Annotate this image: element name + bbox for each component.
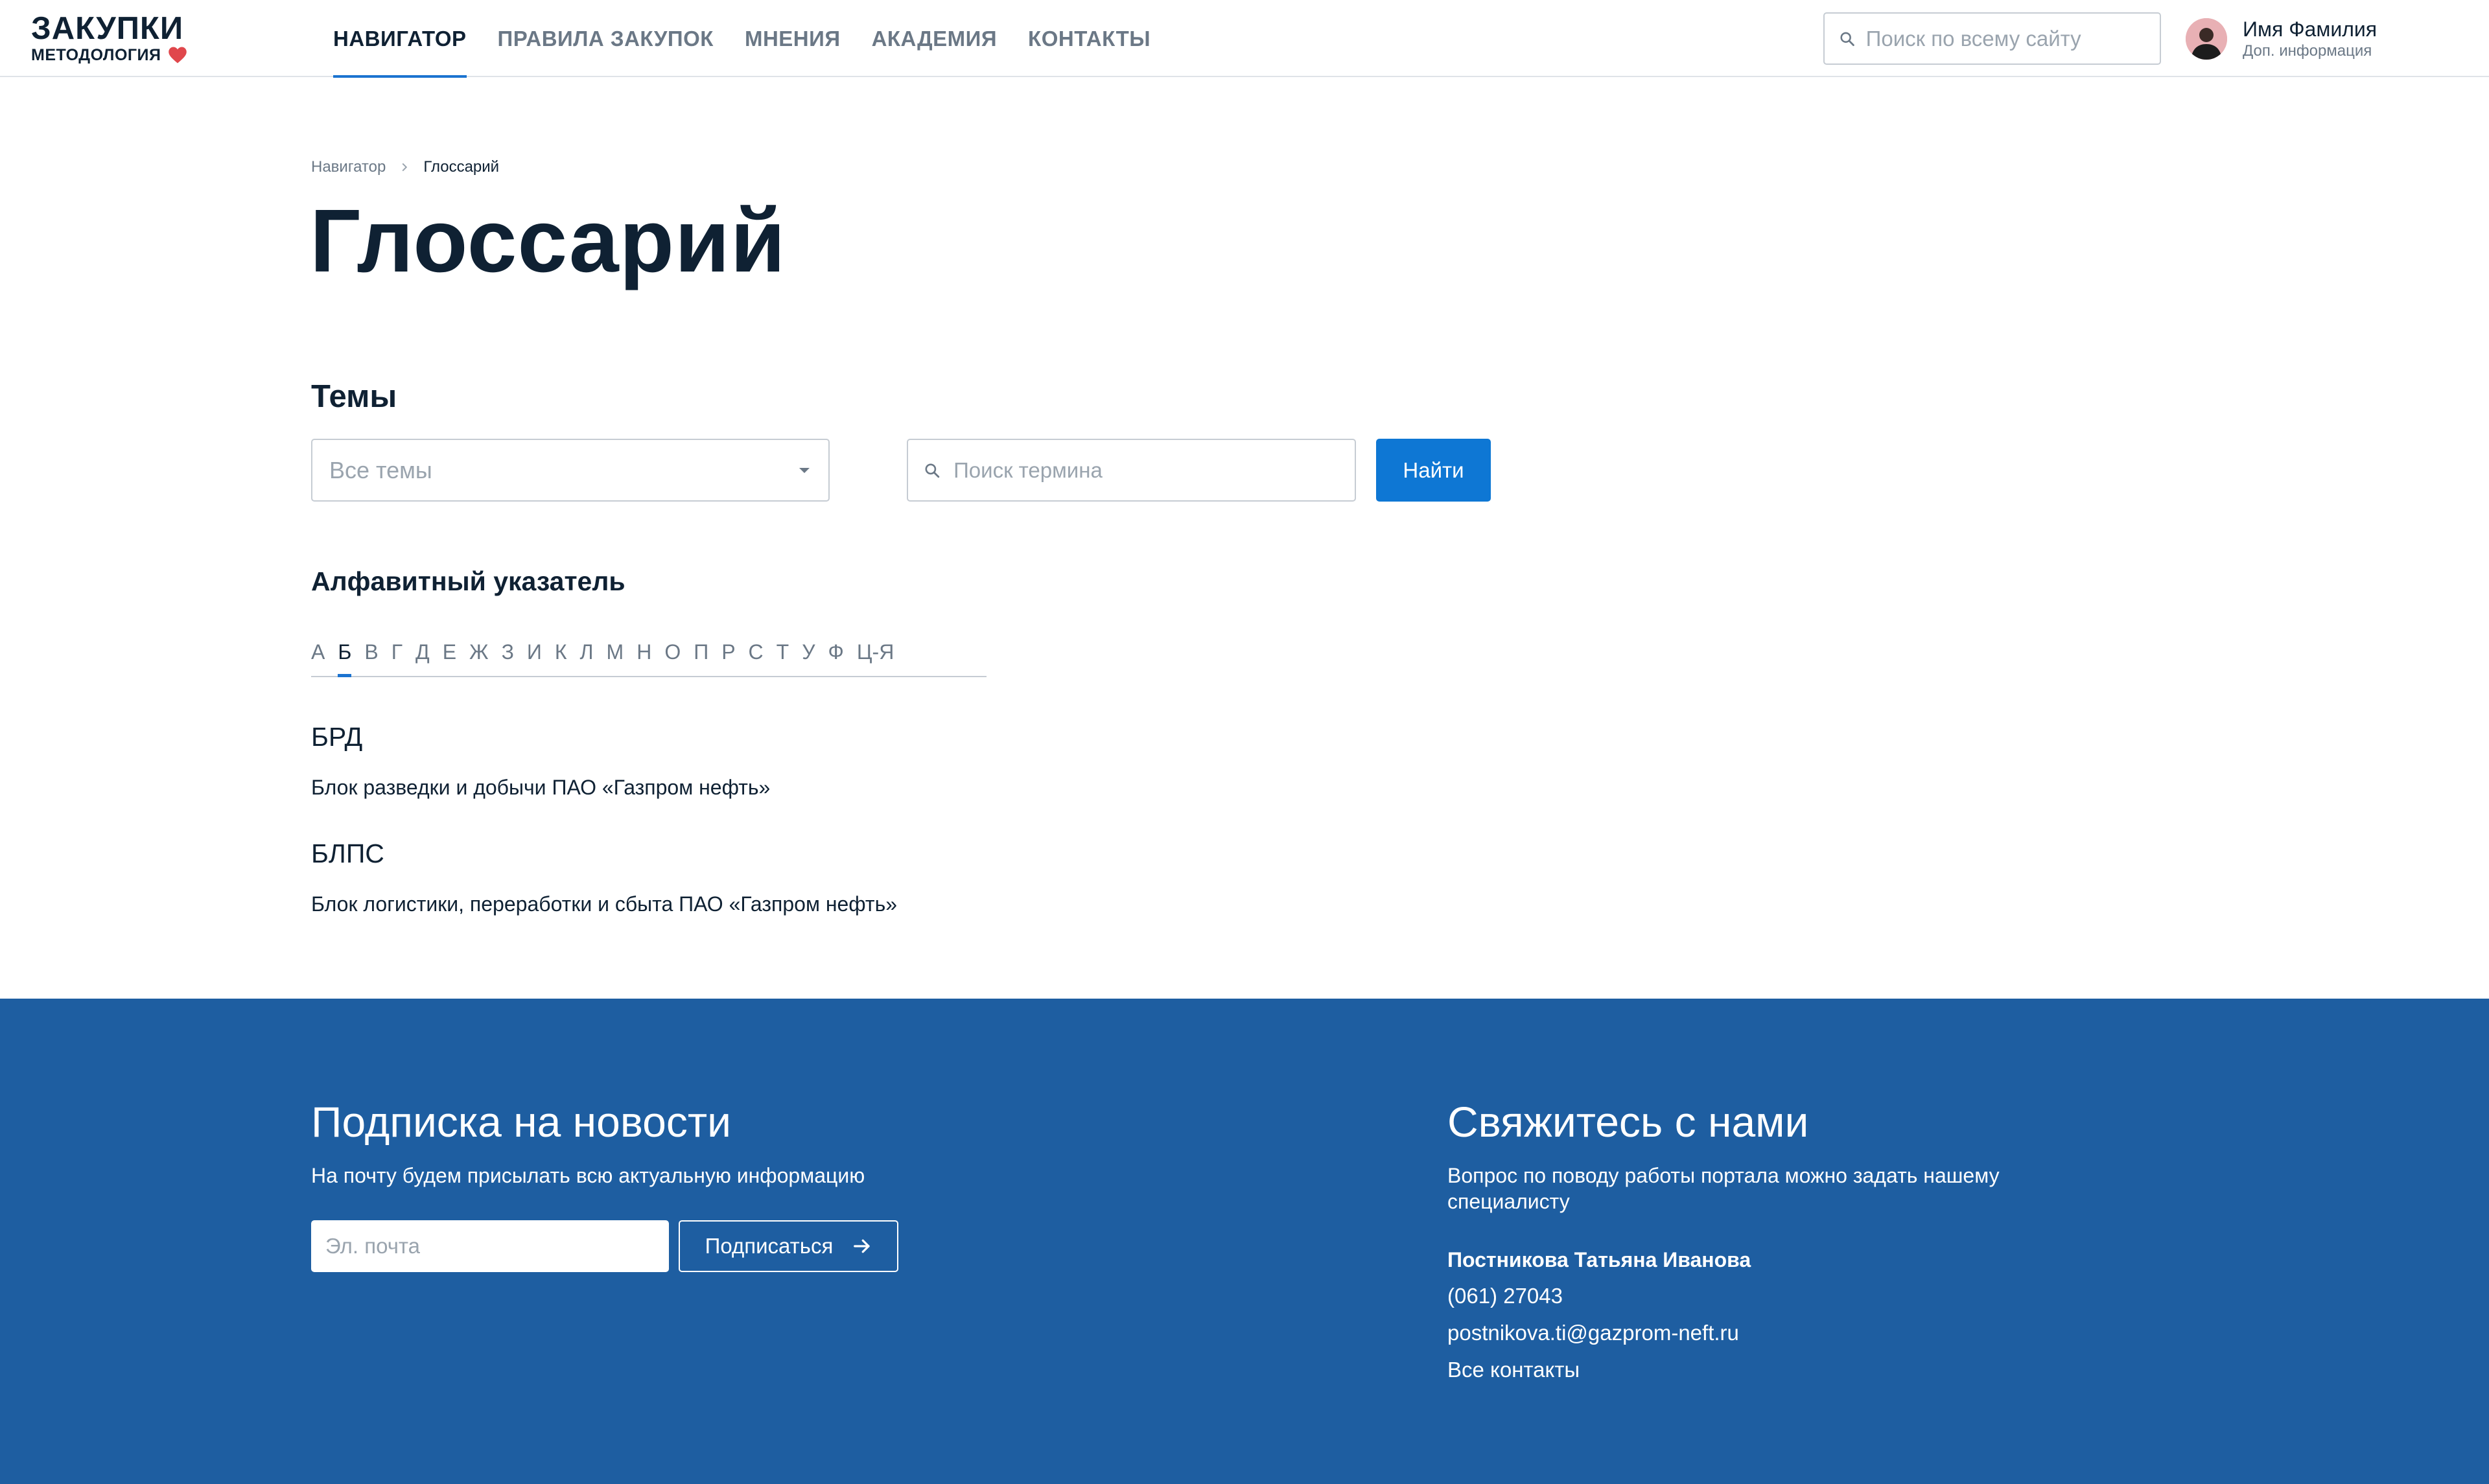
logo-title: ЗАКУПКИ: [31, 11, 184, 46]
site-footer: Подписка на новости На почту будем присы…: [0, 999, 2489, 1484]
site-header: ЗАКУПКИ МЕТОДОЛОГИЯ НАВИГАТОР ПРАВИЛА ЗА…: [0, 0, 2489, 78]
letter-v[interactable]: В: [364, 632, 378, 676]
contact-person: Постникова Татьяна Иванова: [1447, 1248, 1751, 1271]
letter-o[interactable]: О: [664, 632, 681, 676]
arrow-right-icon: [854, 1239, 870, 1253]
email-field-box: [311, 1220, 669, 1272]
letter-m[interactable]: М: [607, 632, 624, 676]
subscribe-title: Подписка на новости: [311, 1098, 731, 1146]
site-search-input[interactable]: [1865, 26, 2160, 51]
all-contacts-link[interactable]: Все контакты: [1447, 1358, 1580, 1382]
chevron-down-icon: [799, 467, 810, 473]
topic-select-value: Все темы: [329, 456, 432, 483]
letter-l[interactable]: Л: [580, 632, 594, 676]
term-title: БЛПС: [311, 839, 384, 868]
term-search-box: [907, 439, 1356, 502]
breadcrumb-current: Глоссарий: [423, 158, 500, 176]
email-field[interactable]: [325, 1234, 669, 1258]
main-nav: НАВИГАТОР ПРАВИЛА ЗАКУПОК МНЕНИЯ АКАДЕМИ…: [333, 0, 1151, 78]
user-name: Имя Фамилия: [2243, 17, 2378, 41]
letter-p[interactable]: П: [694, 632, 708, 676]
nav-item-navigator[interactable]: НАВИГАТОР: [333, 0, 467, 78]
contact-email-link[interactable]: postnikova.ti@gazprom-neft.ru: [1447, 1321, 1739, 1345]
find-button[interactable]: Найти: [1376, 439, 1491, 502]
contact-phone[interactable]: (061) 27043: [1447, 1284, 1563, 1308]
user-info: Доп. информация: [2243, 42, 2372, 60]
page-title: Глоссарий: [310, 191, 786, 291]
subscribe-button-label: Подписаться: [705, 1234, 834, 1258]
logo-subtitle: МЕТОДОЛОГИЯ: [31, 46, 161, 64]
letter-ts-ya[interactable]: Ц-Я: [857, 632, 894, 676]
term-definition: Блок логистики, переработки и сбыта ПАО …: [311, 892, 898, 916]
user-menu[interactable]: Имя Фамилия Доп. информация: [2186, 17, 2377, 61]
breadcrumb-link-navigator[interactable]: Навигатор: [311, 158, 386, 176]
avatar[interactable]: [2186, 18, 2227, 60]
letter-e[interactable]: Е: [443, 632, 456, 676]
letter-r[interactable]: Р: [721, 632, 735, 676]
letter-f[interactable]: Ф: [828, 632, 844, 676]
letter-b[interactable]: Б: [338, 632, 352, 677]
subscribe-button[interactable]: Подписаться: [679, 1220, 898, 1272]
logo[interactable]: ЗАКУПКИ МЕТОДОЛОГИЯ: [31, 12, 187, 65]
alphabet-index-title: Алфавитный указатель: [311, 566, 625, 596]
letter-i[interactable]: И: [527, 632, 542, 676]
term-title: БРД: [311, 722, 363, 752]
contact-text-line-1: Вопрос по поводу работы портала можно за…: [1447, 1164, 2000, 1187]
letter-d[interactable]: Д: [415, 632, 430, 676]
search-icon: [1840, 32, 1854, 46]
user-photo-icon: [2186, 18, 2227, 60]
letter-n[interactable]: Н: [637, 632, 651, 676]
letter-z[interactable]: З: [502, 632, 514, 676]
nav-item-rules[interactable]: ПРАВИЛА ЗАКУПОК: [498, 0, 714, 77]
nav-item-contacts[interactable]: КОНТАКТЫ: [1028, 0, 1151, 77]
chevron-right-icon: [402, 163, 408, 172]
term-definition: Блок разведки и добычи ПАО «Газпром нефт…: [311, 776, 771, 799]
letter-s[interactable]: С: [749, 632, 764, 676]
topic-select[interactable]: Все темы: [311, 439, 830, 502]
search-icon: [925, 463, 940, 478]
letter-k[interactable]: К: [555, 632, 567, 676]
letter-a[interactable]: А: [311, 632, 325, 676]
nav-item-opinions[interactable]: МНЕНИЯ: [745, 0, 841, 77]
topics-title: Темы: [311, 379, 397, 414]
contact-title: Свяжитесь с нами: [1447, 1098, 1809, 1146]
subscribe-text: На почту будем присылать всю актуальную …: [311, 1164, 865, 1187]
heart-icon: [168, 47, 187, 64]
letter-t[interactable]: Т: [777, 632, 789, 676]
term-search-input[interactable]: [953, 458, 1355, 483]
breadcrumb: Навигатор Глоссарий: [311, 158, 499, 176]
letter-g[interactable]: Г: [391, 632, 403, 676]
letter-u[interactable]: У: [802, 632, 815, 676]
nav-item-academy[interactable]: АКАДЕМИЯ: [872, 0, 997, 77]
site-search-box: [1823, 12, 2161, 65]
letter-zh[interactable]: Ж: [469, 632, 489, 676]
alphabet-index: А Б В Г Д Е Ж З И К Л М Н О П Р С Т У Ф …: [311, 632, 987, 677]
contact-text-line-2: специалисту: [1447, 1190, 1570, 1213]
